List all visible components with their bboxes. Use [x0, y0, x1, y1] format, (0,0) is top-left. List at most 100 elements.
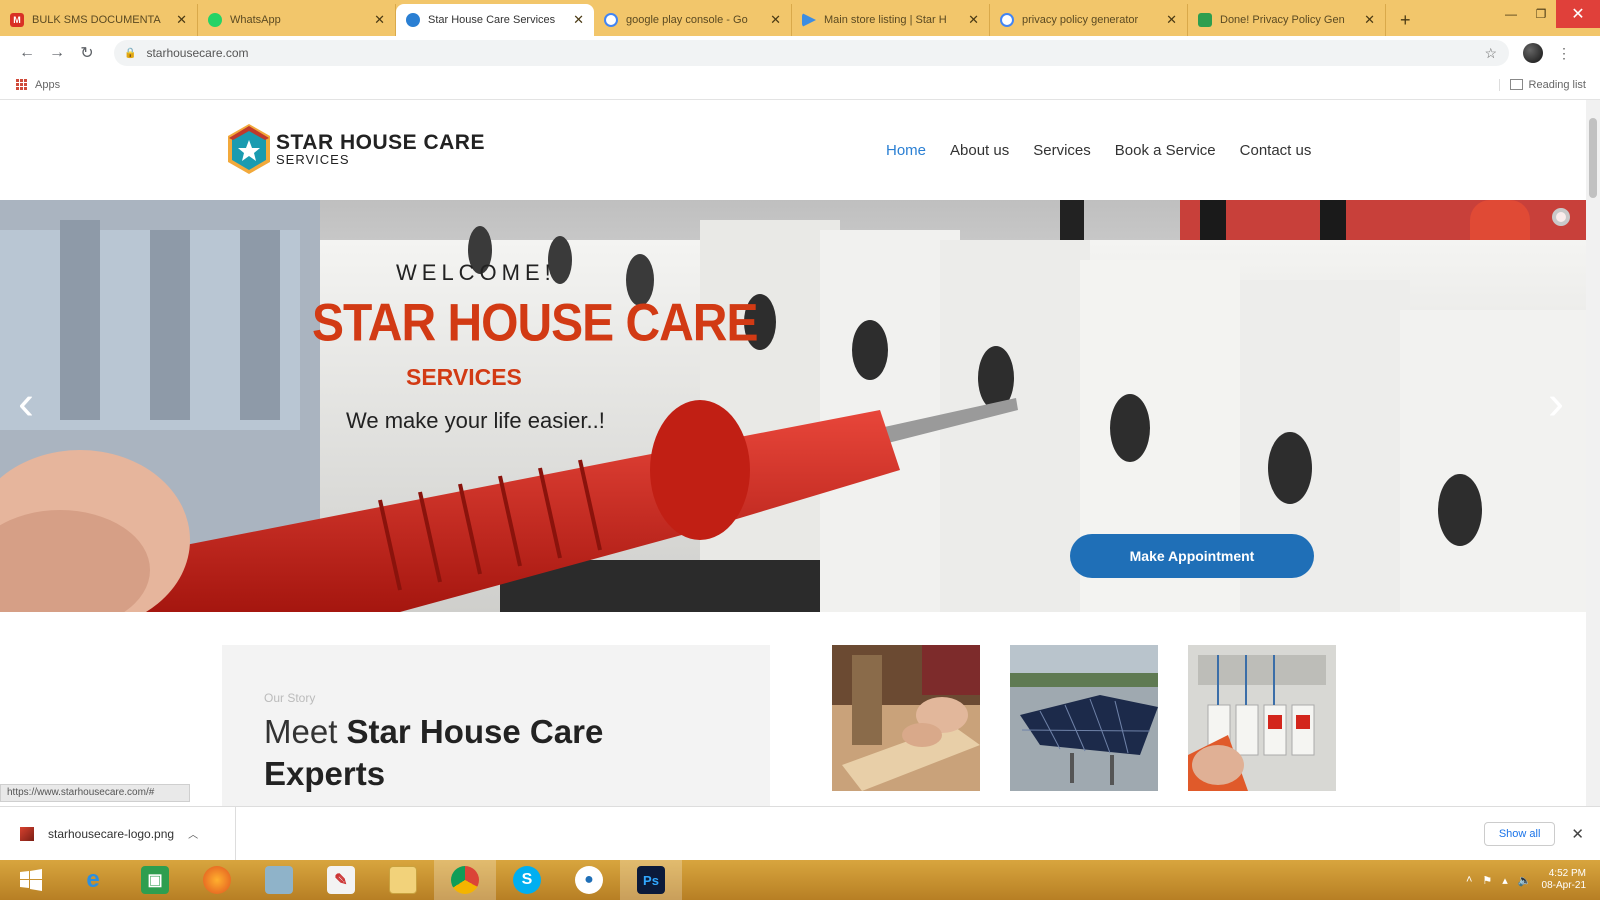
- start-icon: [20, 869, 42, 891]
- tab-main-store-listing[interactable]: Main store listing | Star H ✕: [792, 4, 990, 36]
- tab-title: BULK SMS DOCUMENTA: [32, 14, 161, 26]
- hero-brand-title: STAR HOUSE CARE: [312, 294, 758, 353]
- tab-whatsapp[interactable]: WhatsApp ✕: [198, 4, 396, 36]
- taskbar-photoshop[interactable]: Ps: [620, 860, 682, 900]
- taskbar-files[interactable]: [248, 860, 310, 900]
- our-story-card: Our Story Meet Star House Care Experts: [222, 645, 770, 806]
- photoshop-icon: Ps: [637, 866, 665, 894]
- close-icon[interactable]: ✕: [1166, 12, 1177, 28]
- play-console-icon: [802, 13, 816, 27]
- close-icon[interactable]: ✕: [374, 12, 385, 28]
- service-thumbnails: [832, 645, 1336, 791]
- taskbar-store[interactable]: ▣: [124, 860, 186, 900]
- reading-list[interactable]: Reading list: [1498, 78, 1586, 91]
- nav-home[interactable]: Home: [886, 142, 926, 159]
- restore-icon[interactable]: ❐: [1526, 0, 1556, 28]
- network-icon[interactable]: ▴: [1502, 874, 1508, 887]
- browser-toolbar: ← → ↻ 🔒 starhousecare.com ☆ ⋮: [0, 36, 1600, 70]
- logo-text: STAR HOUSE CARE SERVICES: [276, 131, 485, 167]
- close-icon[interactable]: ✕: [176, 12, 187, 28]
- close-icon[interactable]: ✕: [1571, 825, 1584, 843]
- windows-taskbar: e ▣ ✎ S ● Ps ˄ ⚑ ▴ 🔈 4:52 PM 08-Apr-21: [0, 860, 1600, 900]
- back-icon[interactable]: ←: [12, 44, 42, 62]
- taskbar-chrome[interactable]: [434, 860, 496, 900]
- system-tray: ˄ ⚑ ▴ 🔈 4:52 PM 08-Apr-21: [1466, 868, 1600, 892]
- menu-kebab-icon[interactable]: ⋮: [1557, 45, 1571, 62]
- tab-bulk-sms[interactable]: M BULK SMS DOCUMENTA ✕: [0, 4, 198, 36]
- forward-icon[interactable]: →: [42, 44, 72, 62]
- window-controls: — ❐ ✕: [1496, 0, 1600, 28]
- google-icon: [604, 13, 618, 27]
- address-bar[interactable]: 🔒 starhousecare.com ☆: [114, 40, 1509, 66]
- tab-google-play-console[interactable]: google play console - Go ✕: [594, 4, 792, 36]
- carpentry-thumbnail[interactable]: [832, 645, 980, 791]
- close-icon[interactable]: ✕: [1364, 12, 1375, 28]
- site-logo[interactable]: STAR HOUSE CARE SERVICES: [226, 122, 485, 176]
- chrome-icon: [451, 866, 479, 894]
- download-bar: starhousecare-logo.png ︿ Show all ✕: [0, 806, 1600, 860]
- slider-next-icon[interactable]: ›: [1548, 380, 1564, 428]
- close-icon[interactable]: ✕: [573, 12, 584, 28]
- taskbar-firefox[interactable]: [186, 860, 248, 900]
- chevron-up-icon[interactable]: ︿: [188, 826, 198, 841]
- electrical-panel-thumbnail[interactable]: [1188, 645, 1336, 791]
- store-icon: ▣: [141, 866, 169, 894]
- tray-time: 4:52 PM: [1548, 868, 1586, 879]
- start-button[interactable]: [0, 860, 62, 900]
- flag-icon[interactable]: ⚑: [1482, 874, 1492, 887]
- nav-book-a-service[interactable]: Book a Service: [1115, 142, 1216, 159]
- nav-contact-us[interactable]: Contact us: [1240, 142, 1312, 159]
- ie-icon: e: [86, 866, 100, 893]
- page-scrollbar[interactable]: [1586, 100, 1600, 806]
- show-all-button[interactable]: Show all: [1483, 821, 1556, 846]
- scrollbar-thumb[interactable]: [1589, 118, 1597, 198]
- firefox-icon: [203, 866, 231, 894]
- window-close-icon[interactable]: ✕: [1556, 0, 1600, 28]
- tray-chevron-icon[interactable]: ˄: [1466, 874, 1472, 886]
- url-text[interactable]: starhousecare.com: [146, 46, 248, 60]
- minimize-icon[interactable]: —: [1496, 0, 1526, 28]
- taskbar-explorer[interactable]: [372, 860, 434, 900]
- download-item[interactable]: starhousecare-logo.png ︿: [0, 807, 236, 860]
- download-filename[interactable]: starhousecare-logo.png: [48, 827, 174, 841]
- web-page: STAR HOUSE CARE SERVICES Home About us S…: [0, 100, 1586, 806]
- tray-date: 08-Apr-21: [1541, 880, 1586, 891]
- volume-icon[interactable]: 🔈: [1518, 874, 1532, 887]
- taskbar-skype[interactable]: S: [496, 860, 558, 900]
- close-icon[interactable]: ✕: [770, 12, 781, 28]
- nav-services[interactable]: Services: [1033, 142, 1091, 159]
- tab-title: WhatsApp: [230, 14, 281, 26]
- bookmark-star-icon[interactable]: ☆: [1484, 45, 1497, 62]
- apps-bookmark[interactable]: Apps: [35, 79, 60, 91]
- tab-star-house-care[interactable]: Star House Care Services ✕: [396, 4, 594, 36]
- profile-avatar[interactable]: [1523, 43, 1543, 63]
- reading-list-label: Reading list: [1528, 78, 1586, 91]
- nav-about-us[interactable]: About us: [950, 142, 1009, 159]
- hero-tagline: We make your life easier..!: [346, 408, 605, 433]
- story-kicker: Our Story: [264, 691, 316, 705]
- slider-pause-icon[interactable]: [1552, 208, 1570, 226]
- skype-icon: S: [513, 866, 541, 894]
- slider-prev-icon[interactable]: ‹: [18, 380, 34, 428]
- new-tab-button[interactable]: +: [1400, 10, 1411, 31]
- app-icon: ●: [575, 866, 603, 894]
- reload-icon[interactable]: ↻: [72, 43, 102, 63]
- site-icon: [406, 13, 420, 27]
- taskbar-app[interactable]: ●: [558, 860, 620, 900]
- taskbar-ie[interactable]: e: [62, 860, 124, 900]
- doc-icon: [1198, 13, 1212, 27]
- gmail-icon: M: [10, 13, 24, 27]
- tab-privacy-policy-generator[interactable]: privacy policy generator ✕: [990, 4, 1188, 36]
- tab-title: google play console - Go: [626, 14, 748, 26]
- close-icon[interactable]: ✕: [968, 12, 979, 28]
- explorer-icon: [389, 866, 417, 894]
- tab-title: privacy policy generator: [1022, 14, 1139, 26]
- tab-done-privacy-policy[interactable]: Done! Privacy Policy Gen ✕: [1188, 4, 1386, 36]
- solar-panel-thumbnail[interactable]: [1010, 645, 1158, 791]
- tray-clock[interactable]: 4:52 PM 08-Apr-21: [1542, 868, 1586, 892]
- taskbar-notepad[interactable]: ✎: [310, 860, 372, 900]
- lock-icon[interactable]: 🔒: [124, 48, 136, 59]
- apps-grid-icon[interactable]: [16, 79, 27, 90]
- tab-title: Done! Privacy Policy Gen: [1220, 14, 1345, 26]
- make-appointment-button[interactable]: Make Appointment: [1070, 534, 1314, 578]
